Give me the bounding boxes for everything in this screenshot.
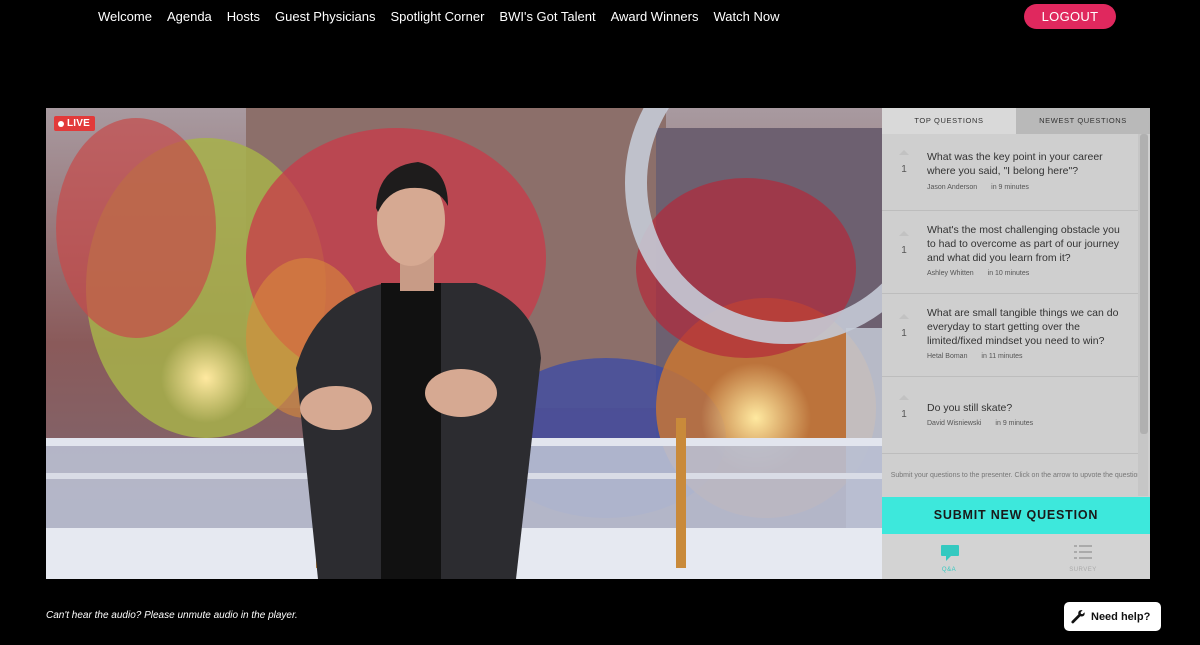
question-time: in 9 minutes [995,420,1034,427]
question-meta: David Wisniewski in 9 minutes [927,420,1033,427]
tab-newest-questions[interactable]: NEWEST QUESTIONS [1016,108,1150,134]
question-item: 1 What are small tangible things we can … [882,294,1138,377]
question-time: in 11 minutes [981,353,1023,360]
submit-question-button[interactable]: SUBMIT NEW QUESTION [882,497,1150,534]
question-time: in 10 minutes [987,270,1030,277]
question-text: What was the key point in your career wh… [927,151,1103,177]
submit-hint: Submit your questions to the presenter. … [890,472,1142,479]
upvote-button[interactable]: 1 [894,150,914,175]
question-author: Hetal Boman [927,353,968,360]
question-meta: Ashley Whitten in 10 minutes [927,270,1029,277]
qa-tabs: TOP QUESTIONS NEWEST QUESTIONS [882,108,1150,134]
video-frame [46,108,882,579]
audio-note: Can't hear the audio? Please unmute audi… [46,610,298,621]
vote-count: 1 [901,245,907,256]
qa-panel: TOP QUESTIONS NEWEST QUESTIONS 1 What wa… [882,108,1150,579]
question-author: David Wisniewski [927,420,982,427]
nav-bwis-got-talent[interactable]: BWI's Got Talent [499,8,595,26]
question-item: 1 Do you still skate? David Wisniewski i… [882,377,1138,454]
upvote-arrow-icon [899,395,909,400]
nav-guest-physicians[interactable]: Guest Physicians [275,8,375,26]
vote-count: 1 [901,328,907,339]
vote-count: 1 [901,164,907,175]
question-list: 1 What was the key point in your career … [882,134,1138,454]
tab-survey[interactable]: SURVEY [1016,534,1150,579]
question-item: 1 What was the key point in your career … [882,134,1138,211]
question-text: Do you still skate? [927,402,1013,414]
list-icon [1074,545,1092,559]
question-item: 1 What's the most challenging obstacle y… [882,211,1138,294]
qa-bottom-tabs: Q&A SURVEY [882,534,1150,579]
live-dot-icon [58,120,64,127]
question-time: in 9 minutes [991,184,1029,191]
upvote-arrow-icon [899,314,909,319]
tab-qa-label: Q&A [941,567,957,573]
upvote-button[interactable]: 1 [894,314,914,339]
tab-top-questions[interactable]: TOP QUESTIONS [882,108,1016,134]
nav-spotlight-corner[interactable]: Spotlight Corner [390,8,484,26]
upvote-arrow-icon [899,231,909,236]
upvote-arrow-icon [899,150,909,155]
upvote-button[interactable]: 1 [894,231,914,256]
qa-scroll-thumb[interactable] [1140,134,1148,434]
upvote-button[interactable]: 1 [894,395,914,420]
question-author: Ashley Whitten [927,270,974,277]
nav-hosts[interactable]: Hosts [227,8,260,26]
logout-button[interactable]: LOGOUT [1024,4,1116,29]
nav-award-winners[interactable]: Award Winners [611,8,699,26]
wrench-icon [1071,609,1085,623]
tab-qa[interactable]: Q&A [882,534,1016,579]
video-player[interactable]: LIVE [46,108,882,579]
vote-count: 1 [901,409,907,420]
question-meta: Jason Anderson in 9 minutes [927,184,1029,191]
live-badge: LIVE [54,116,96,131]
chat-icon [941,545,959,561]
nav-watch-now[interactable]: Watch Now [713,8,779,26]
nav-agenda[interactable]: Agenda [167,8,212,26]
need-help-label: Need help? [1091,610,1151,623]
live-label: LIVE [67,118,91,129]
question-meta: Hetal Boman in 11 minutes [927,353,1023,360]
need-help-button[interactable]: Need help? [1064,602,1161,631]
question-text: What's the most challenging obstacle you… [927,224,1120,264]
tab-survey-label: SURVEY [1069,567,1097,573]
question-author: Jason Anderson [927,184,978,191]
question-text: What are small tangible things we can do… [927,307,1119,347]
top-nav: Welcome Agenda Hosts Guest Physicians Sp… [98,8,779,26]
nav-welcome[interactable]: Welcome [98,8,152,26]
